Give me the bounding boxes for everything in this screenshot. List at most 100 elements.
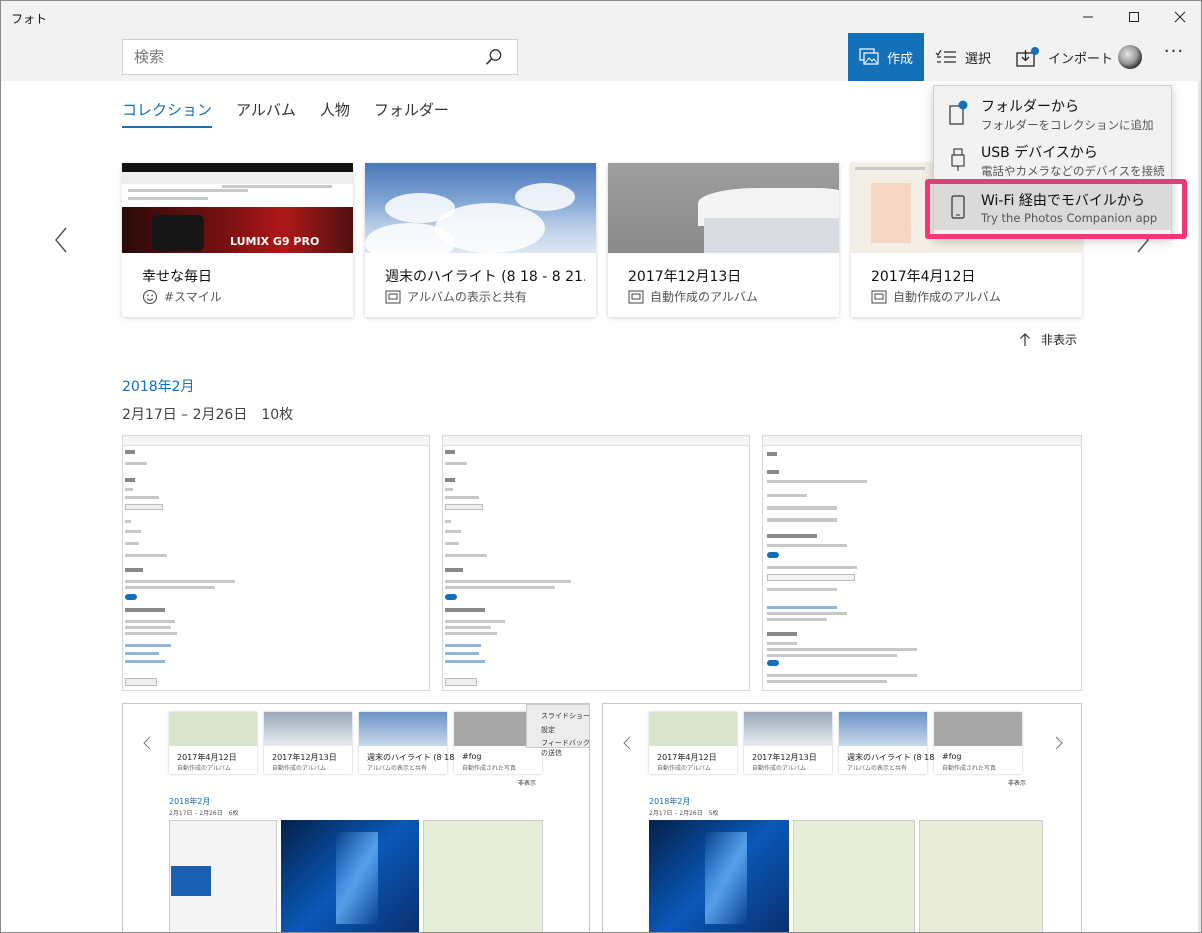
import-button[interactable]: インポート — [1016, 33, 1113, 81]
mini-card-sub: 自動作成された写真 — [462, 765, 517, 772]
menu-item-description: 電話やカメラなどのデバイスを接続 — [981, 164, 1165, 178]
close-button[interactable] — [1157, 1, 1201, 33]
search-box — [122, 39, 518, 75]
album-subtitle-text: #スマイル — [164, 290, 222, 304]
menu-item-description: Try the Photos Companion app — [981, 211, 1158, 225]
album-title: 幸せな毎日 — [142, 269, 212, 285]
photo-thumbnail[interactable]: 2017年4月12日 自動作成のアルバム 2017年12月13日 自動作成のアル… — [122, 703, 590, 932]
usb-icon — [951, 148, 965, 171]
mini-card-title: 2017年12月13日 — [272, 753, 337, 762]
mini-album-card: #fog 自動作成された写真 — [934, 712, 1022, 774]
album-icon — [871, 290, 887, 303]
account-avatar[interactable] — [1118, 45, 1142, 69]
album-title: 週末のハイライト (8 18 - 8 21... — [385, 269, 585, 285]
album-thumbnail — [365, 163, 596, 253]
photos-app-window: フォト 作成 — [0, 0, 1202, 933]
mini-card-sub: 自動作成のアルバム — [657, 765, 711, 772]
photo-thumbnail[interactable] — [442, 435, 750, 691]
title-bar: フォト — [1, 1, 1201, 33]
minimize-button[interactable] — [1065, 1, 1111, 33]
album-subtitle: #スマイル — [142, 288, 222, 305]
folder-device-icon — [949, 100, 968, 125]
album-card[interactable]: 週末のハイライト (8 18 - 8 21... アルバムの表示と共有 — [365, 163, 596, 317]
hide-label: 非表示 — [1041, 333, 1078, 347]
import-from-folder-item[interactable]: フォルダーから フォルダーをコレクションに追加 — [934, 90, 1171, 136]
photo-thumbnail[interactable]: 2017年4月12日 自動作成のアルバム 2017年12月13日 自動作成のアル… — [602, 703, 1082, 932]
mini-section-range: 2月17日 – 2月26日 6枚 — [169, 810, 239, 817]
album-subtitle: アルバムの表示と共有 — [385, 288, 527, 305]
mini-card-sub: 自動作成された写真 — [942, 765, 997, 772]
mini-context-menu: スライドショー 設定 フィードバックの送信 — [526, 704, 590, 757]
mini-card-sub: 自動作成のアルバム — [177, 765, 231, 772]
mini-album-card: 週末のハイライト (8 18 - 8 21... アルバムの表示と共有 — [839, 712, 968, 774]
album-title: 2017年12月13日 — [628, 269, 742, 285]
mini-menu-item: 設定 — [541, 726, 555, 734]
import-dropdown-menu: フォルダーから フォルダーをコレクションに追加 USB デバイスから 電話やカメ… — [933, 85, 1172, 237]
album-icon — [628, 290, 644, 303]
album-subtitle-text: アルバムの表示と共有 — [407, 290, 527, 304]
photo-thumbnail[interactable] — [122, 435, 430, 691]
search-icon[interactable] — [485, 48, 503, 66]
mini-hide-label: 非表示 — [1008, 780, 1027, 787]
select-label: 選択 — [965, 51, 992, 67]
create-icon — [859, 48, 879, 65]
album-subtitle-text: 自動作成のアルバム — [650, 290, 758, 304]
mini-menu-item: スライドショー — [541, 712, 590, 720]
menu-item-label: USB デバイスから — [981, 145, 1098, 161]
import-from-mobile-wifi-item[interactable]: Wi-Fi 経由でモバイルから Try the Photos Companion… — [934, 184, 1171, 230]
chevron-right-icon — [1055, 736, 1063, 750]
maximize-icon — [1129, 12, 1139, 22]
mini-hide-label: 非表示 — [518, 780, 537, 787]
album-card[interactable]: LUMIX G9 PRO 幸せな毎日 #スマイル — [122, 163, 353, 317]
mini-card-title: #fog — [462, 752, 482, 761]
mini-card-title: 2017年12月13日 — [752, 753, 817, 762]
mini-card-title: 2017年4月12日 — [177, 753, 237, 762]
smiley-icon — [143, 289, 157, 304]
menu-item-label: Wi-Fi 経由でモバイルから — [981, 193, 1145, 209]
search-input[interactable] — [123, 40, 463, 74]
close-icon — [1174, 11, 1186, 23]
carousel-prev-button[interactable] — [49, 225, 73, 255]
phone-icon — [951, 195, 965, 219]
album-thumbnail — [608, 163, 839, 253]
tab-collection[interactable]: コレクション — [122, 99, 213, 128]
mini-album-card: 週末のハイライト (8 18 - 8 21... アルバムの表示と共有 — [359, 712, 488, 774]
album-subtitle: 自動作成のアルバム — [628, 288, 758, 305]
tab-folders[interactable]: フォルダー — [374, 99, 449, 128]
scrollbar[interactable] — [1198, 81, 1201, 932]
section-month[interactable]: 2018年2月 — [122, 376, 195, 396]
import-from-usb-item[interactable]: USB デバイスから 電話やカメラなどのデバイスを接続 — [934, 136, 1171, 180]
mini-card-title: 2017年4月12日 — [657, 753, 717, 762]
section-date-range: 2月17日 – 2月26日 10枚 — [122, 407, 294, 423]
menu-item-label: フォルダーから — [981, 99, 1079, 115]
mini-album-card: 2017年4月12日 自動作成のアルバム — [169, 712, 257, 774]
menu-item-description: フォルダーをコレクションに追加 — [981, 118, 1154, 132]
album-subtitle-text: 自動作成のアルバム — [893, 290, 1001, 304]
select-button[interactable]: 選択 — [935, 33, 991, 81]
maximize-button[interactable] — [1111, 1, 1157, 33]
app-title: フォト — [11, 12, 48, 26]
photo-thumbnail[interactable] — [762, 435, 1082, 691]
minimize-icon — [1083, 16, 1093, 18]
create-button[interactable]: 作成 — [848, 33, 924, 81]
chevron-left-icon — [55, 227, 67, 253]
chevron-left-icon — [143, 736, 151, 750]
tab-albums[interactable]: アルバム — [236, 99, 296, 128]
album-thumbnail: LUMIX G9 PRO — [122, 163, 353, 253]
more-options-button[interactable]: ··· — [1159, 43, 1189, 69]
mini-card-sub: 自動作成のアルバム — [272, 765, 326, 772]
mini-card-sub: 自動作成のアルバム — [752, 765, 806, 772]
mini-album-card: 2017年4月12日 自動作成のアルバム — [649, 712, 737, 774]
album-card[interactable]: 2017年12月13日 自動作成のアルバム — [608, 163, 839, 317]
mini-section-range: 2月17日 – 2月26日 5枚 — [649, 810, 719, 817]
tab-people[interactable]: 人物 — [320, 99, 350, 128]
main-nav-tabs: コレクション アルバム 人物 フォルダー — [122, 99, 449, 128]
chevron-left-icon — [623, 736, 631, 750]
album-subtitle: 自動作成のアルバム — [871, 288, 1001, 305]
hide-albums-button[interactable]: 非表示 — [1019, 331, 1077, 348]
select-list-icon — [935, 49, 956, 63]
arrow-up-icon — [1020, 332, 1030, 346]
create-label: 作成 — [887, 51, 914, 67]
top-toolbar: 作成 選択 インポート ··· — [1, 33, 1201, 81]
album-icon — [385, 290, 401, 303]
